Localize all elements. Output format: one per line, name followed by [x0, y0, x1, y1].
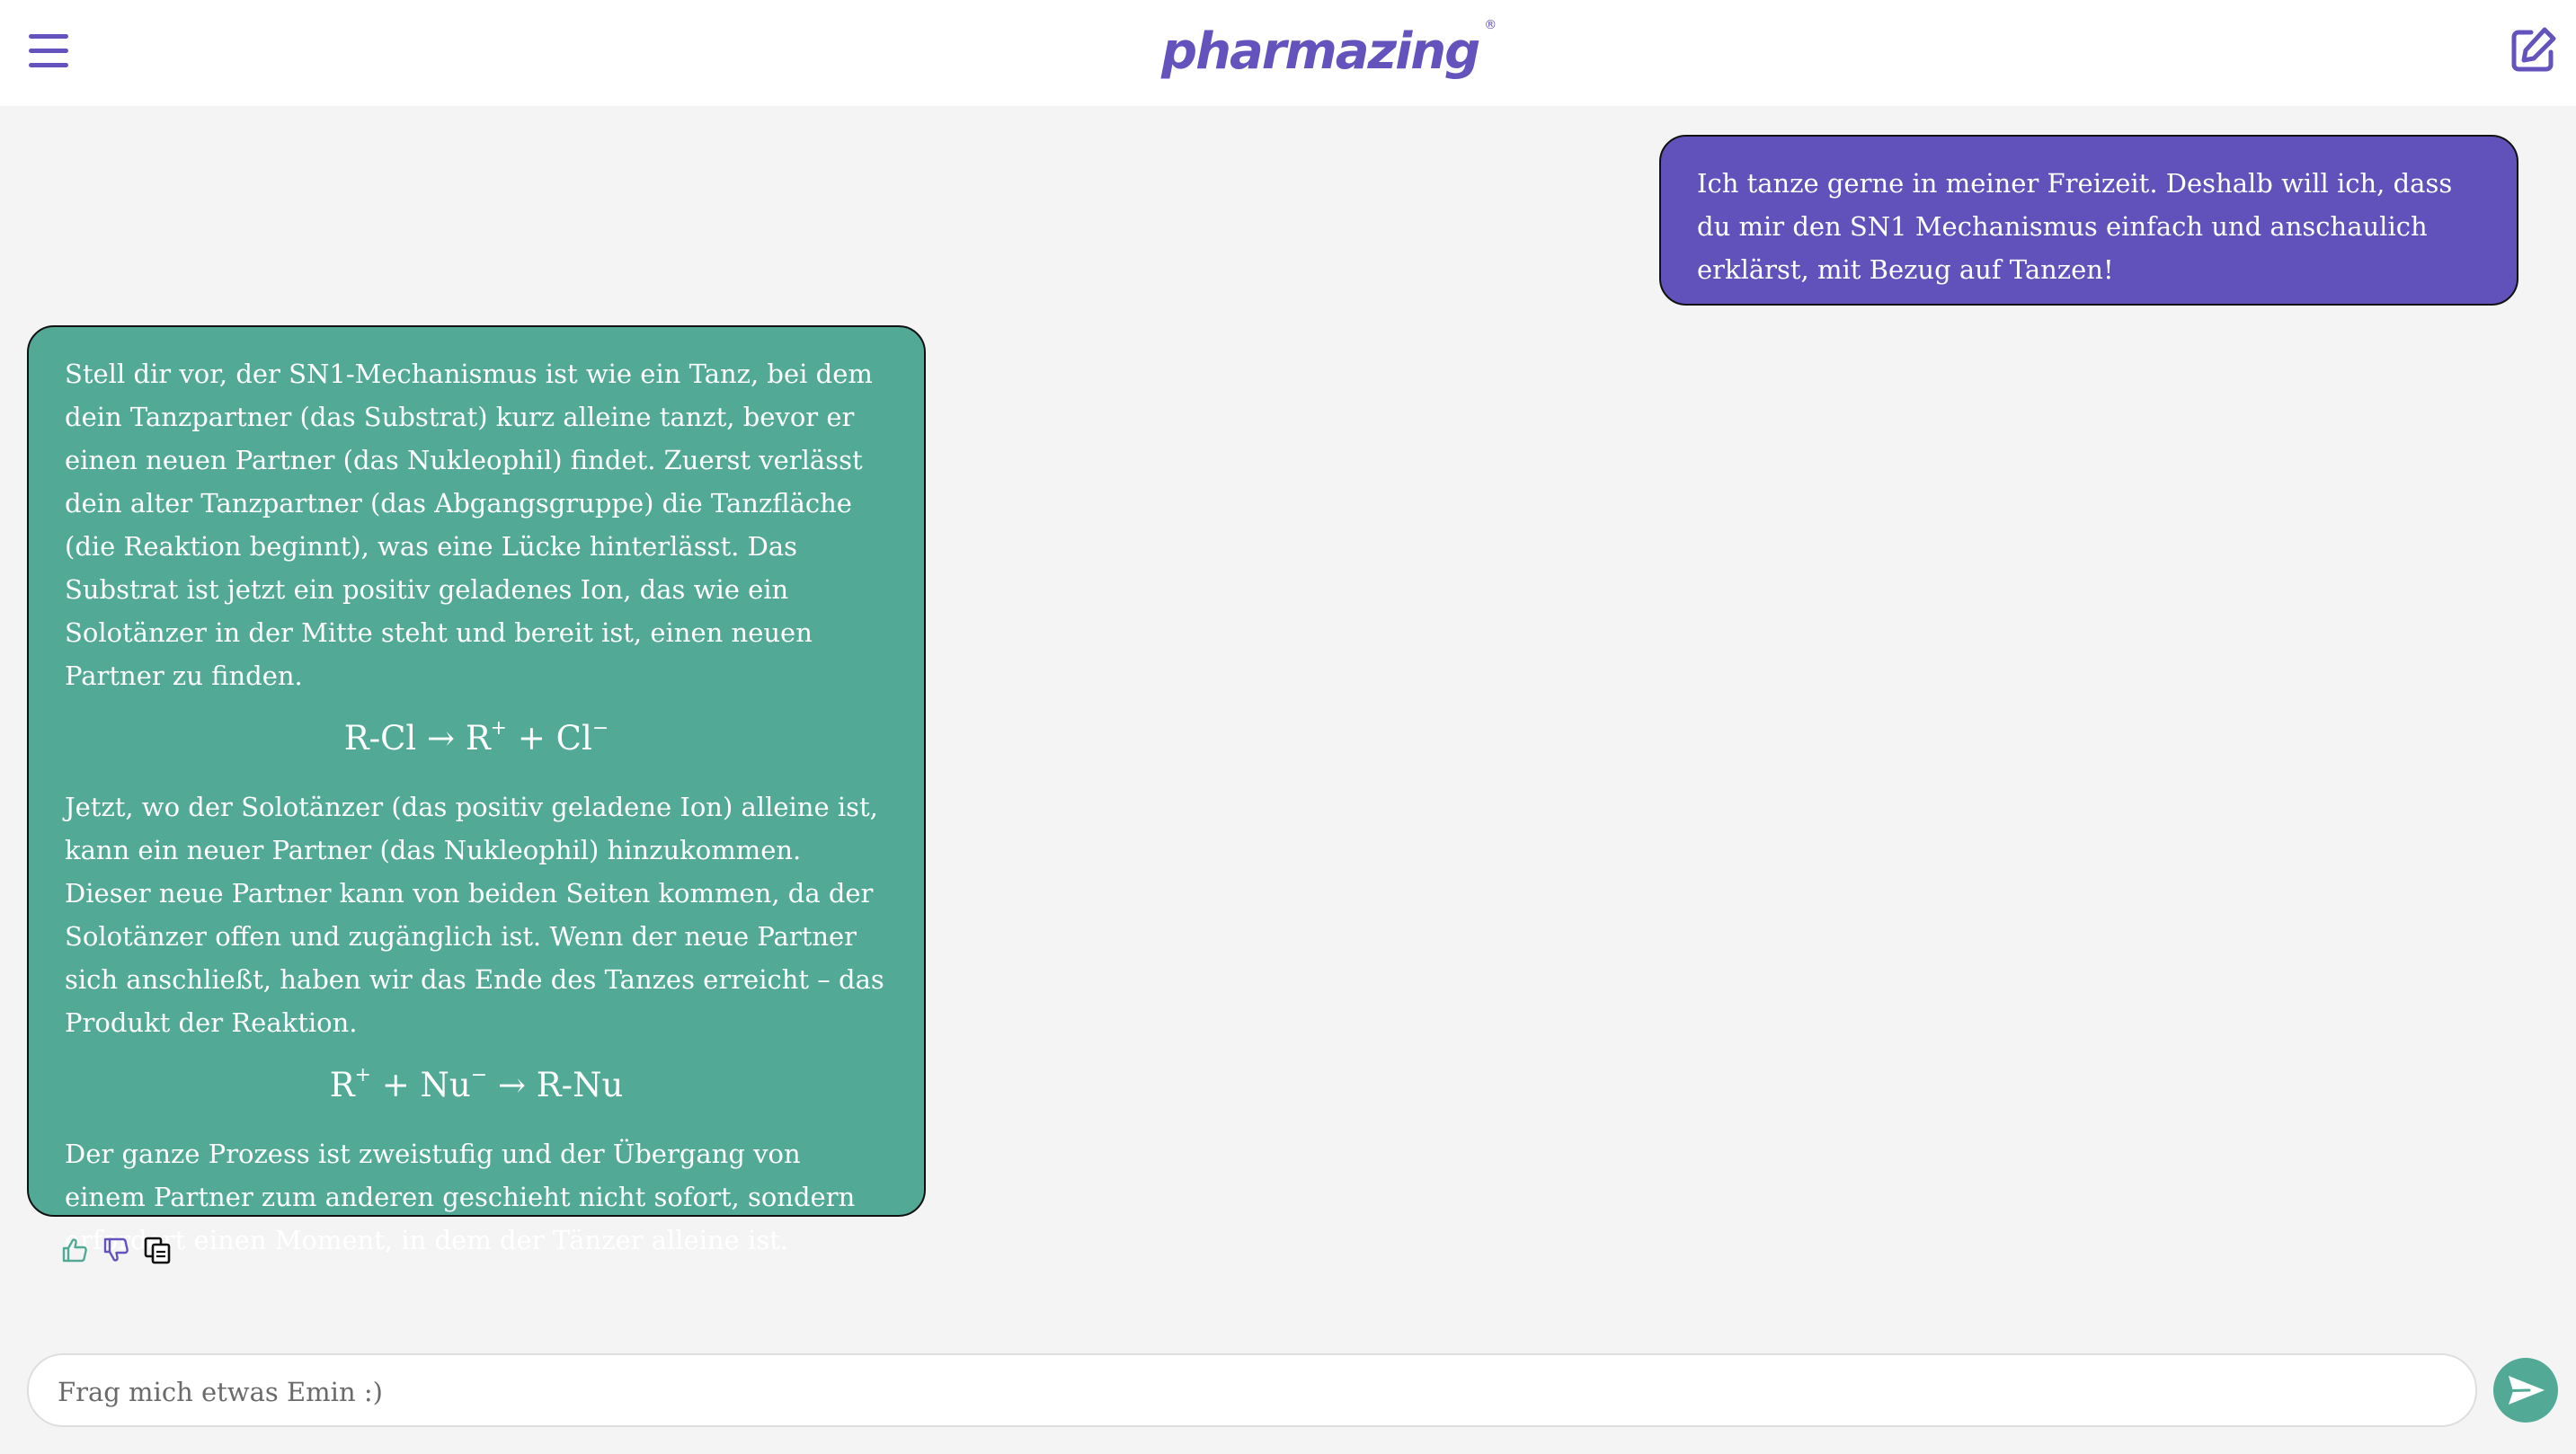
thumbs-up-icon[interactable]	[59, 1235, 90, 1265]
assistant-paragraph-2: Jetzt, wo der Solotänzer (das positiv ge…	[65, 792, 884, 1038]
formula-substitution: R+ + Nu− → R-Nu	[65, 1064, 888, 1107]
formula-anion-charge: −	[591, 716, 609, 740]
formula-arrow: →	[497, 1066, 526, 1104]
hamburger-menu-icon[interactable]	[29, 34, 68, 68]
registered-mark: ®	[1484, 18, 1497, 32]
formula-product: R-Nu	[536, 1066, 624, 1104]
formula-cation: R	[465, 719, 491, 758]
brand-logo[interactable]: pharmazing ®	[1161, 16, 1497, 88]
edit-icon[interactable]	[2508, 25, 2558, 75]
assistant-paragraph-1: Stell dir vor, der SN1-Mechanismus ist w…	[65, 359, 873, 691]
send-icon[interactable]	[2493, 1358, 2558, 1423]
formula-cation: R	[329, 1066, 355, 1104]
formula-nucleophile-charge: −	[470, 1063, 488, 1086]
copy-icon[interactable]	[142, 1235, 173, 1265]
user-message: Ich tanze gerne in meiner Freizeit. Desh…	[1659, 135, 2518, 306]
message-input[interactable]	[56, 1366, 2432, 1418]
formula-reactant: R-Cl	[343, 719, 417, 758]
formula-dissociation: R-Cl → R+ + Cl−	[65, 717, 888, 760]
message-composer	[27, 1353, 2477, 1427]
user-message-text: Ich tanze gerne in meiner Freizeit. Desh…	[1697, 168, 2453, 285]
formula-nucleophile: Nu	[420, 1066, 471, 1104]
assistant-paragraph-3: Der ganze Prozess ist zweistufig und der…	[65, 1139, 856, 1255]
app-header: pharmazing ®	[0, 0, 2576, 106]
formula-cation-charge: +	[490, 716, 508, 740]
thumbs-down-icon[interactable]	[101, 1235, 131, 1265]
formula-arrow: →	[427, 719, 456, 758]
formula-plus: +	[517, 719, 546, 758]
formula-plus: +	[381, 1066, 410, 1104]
formula-cation-charge: +	[354, 1063, 371, 1086]
brand-name: pharmazing	[1161, 22, 1480, 81]
formula-anion: Cl	[555, 719, 592, 758]
assistant-message: Stell dir vor, der SN1-Mechanismus ist w…	[27, 325, 926, 1255]
